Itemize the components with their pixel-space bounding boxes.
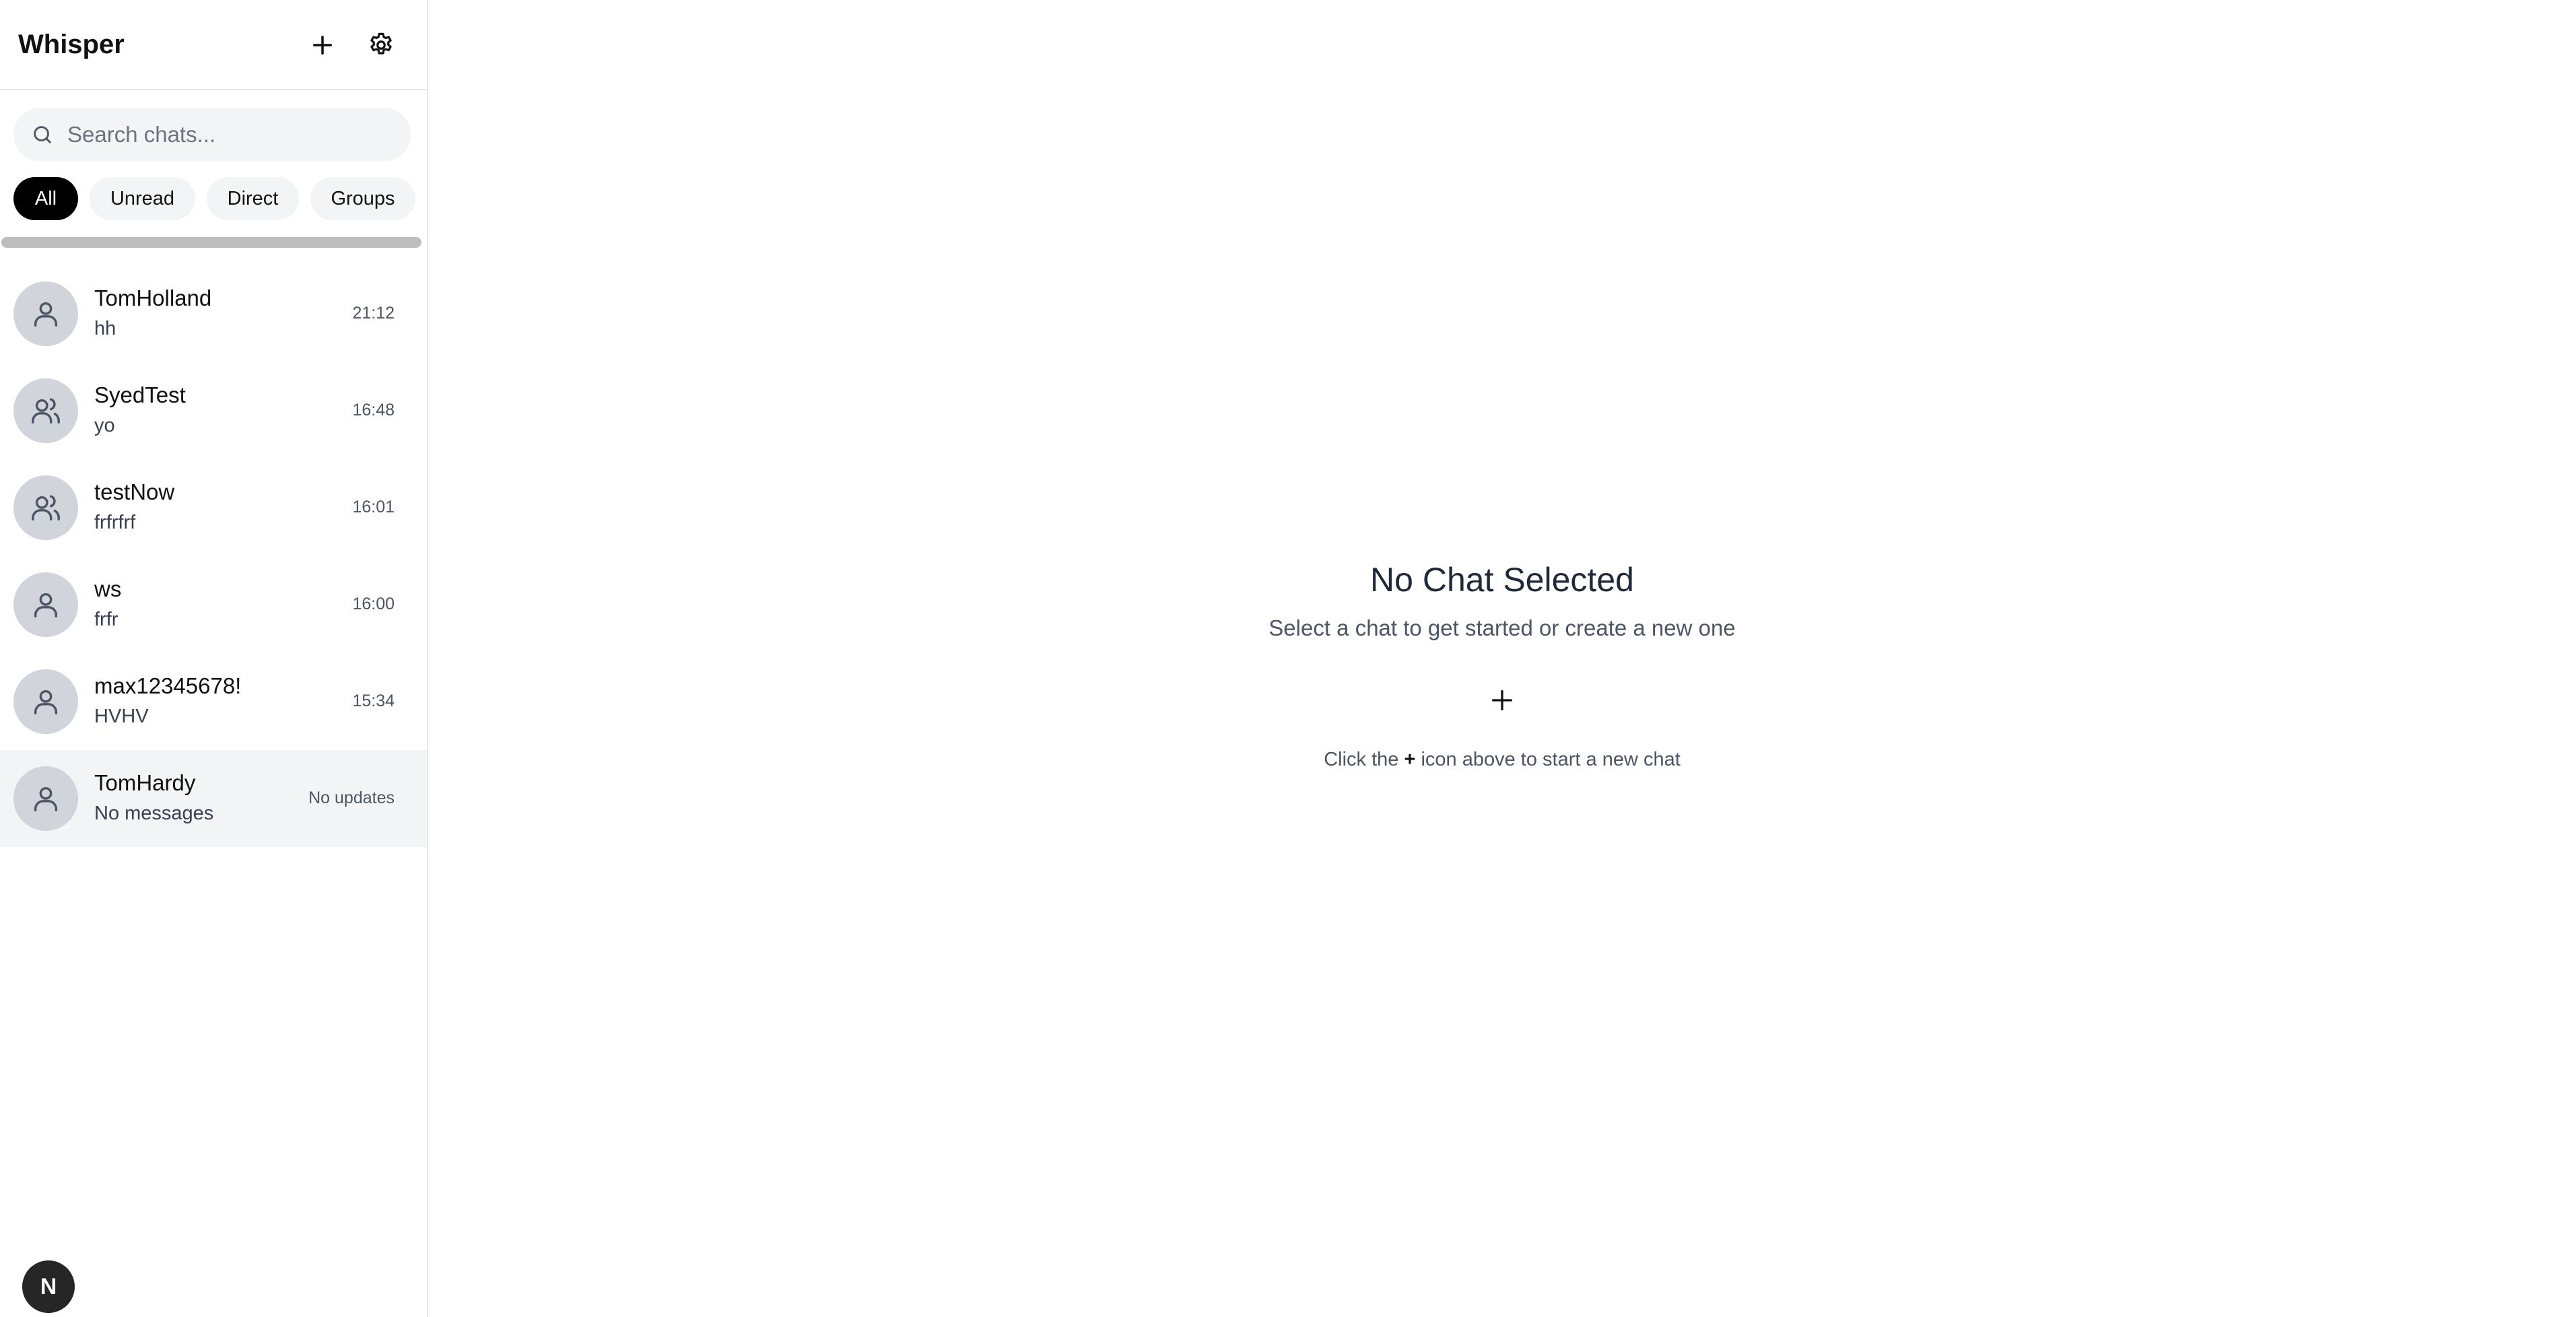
chat-text: max12345678! HVHV 15:34 [94, 669, 411, 734]
horizontal-scrollbar[interactable] [1, 237, 421, 248]
empty-state-hint: Click the + icon above to start a new ch… [428, 749, 2576, 771]
filter-unread[interactable]: Unread [90, 177, 195, 220]
users-icon [32, 398, 60, 424]
chat-preview: frfr [94, 609, 118, 630]
sidebar-header: Whisper [0, 0, 427, 90]
users-icon [32, 495, 60, 520]
app-window: Whisper All Unread Direct Groups [0, 0, 2576, 1317]
chat-time: 16:48 [352, 401, 395, 419]
chat-time: 16:01 [352, 498, 395, 516]
chat-preview: hh [94, 318, 116, 339]
new-chat-plus-button[interactable] [1482, 680, 1522, 720]
chat-text: SyedTest yo 16:48 [94, 378, 411, 443]
chat-preview: No messages [94, 803, 214, 824]
chat-name: TomHolland [94, 285, 212, 310]
sidebar: Whisper All Unread Direct Groups [0, 0, 428, 1317]
settings-button[interactable] [361, 25, 401, 65]
user-icon [34, 593, 58, 617]
avatar [13, 281, 78, 346]
chat-text: ws frfr 16:00 [94, 572, 411, 637]
chat-list: TomHolland hh 21:12 SyedTest yo 16:48 te… [0, 265, 427, 847]
avatar [13, 475, 78, 540]
filter-all[interactable]: All [13, 177, 78, 220]
chat-time: No updates [308, 788, 395, 807]
empty-state-title: No Chat Selected [1370, 561, 1634, 599]
gear-icon [370, 32, 392, 55]
empty-state-subtitle: Select a chat to get started or create a… [1268, 615, 1736, 640]
user-icon [34, 302, 58, 327]
filter-tabs: All Unread Direct Groups [13, 177, 427, 220]
avatar [13, 378, 78, 443]
chat-name: SyedTest [94, 382, 186, 407]
user-icon [34, 786, 58, 811]
avatar [13, 669, 78, 734]
filter-groups[interactable]: Groups [310, 177, 415, 220]
avatar [13, 766, 78, 831]
app-title: Whisper [18, 29, 125, 59]
new-chat-button[interactable] [302, 25, 343, 65]
chat-name: testNow [94, 479, 175, 504]
search-bar [13, 108, 411, 162]
search-input[interactable] [67, 122, 404, 147]
chat-text: testNow frfrfrf 16:01 [94, 475, 411, 540]
dev-tools-badge[interactable]: N [22, 1260, 75, 1313]
chat-item-max12345678[interactable]: max12345678! HVHV 15:34 [0, 653, 427, 750]
plus-icon [1492, 690, 1512, 710]
hint-prefix: Click the [1324, 749, 1399, 770]
chat-item-ws[interactable]: ws frfr 16:00 [0, 556, 427, 653]
chat-text: TomHolland hh 21:12 [94, 281, 411, 346]
avatar [13, 572, 78, 637]
user-icon [34, 689, 58, 714]
chat-preview: HVHV [94, 706, 149, 727]
chat-name: ws [94, 576, 122, 601]
chat-item-testnow[interactable]: testNow frfrfrf 16:01 [0, 459, 427, 556]
hint-symbol: + [1404, 749, 1416, 770]
chat-text: TomHardy No messages No updates [94, 766, 411, 831]
chat-preview: yo [94, 415, 115, 436]
chat-time: 16:00 [352, 595, 395, 613]
chat-preview: frfrfrf [94, 512, 136, 533]
plus-icon [313, 36, 332, 55]
chat-time: 21:12 [352, 304, 395, 323]
chat-name: max12345678! [94, 673, 242, 698]
hint-suffix: icon above to start a new chat [1421, 749, 1681, 770]
chat-item-tomholland[interactable]: TomHolland hh 21:12 [0, 265, 427, 362]
chat-time: 15:34 [352, 691, 395, 710]
search-icon [34, 126, 51, 143]
filter-direct[interactable]: Direct [207, 177, 299, 220]
chat-item-syedtest[interactable]: SyedTest yo 16:48 [0, 362, 427, 459]
main-panel: No Chat Selected Select a chat to get st… [428, 0, 2576, 1317]
chat-name: TomHardy [94, 770, 196, 795]
chat-item-tomhardy[interactable]: TomHardy No messages No updates [0, 750, 427, 847]
